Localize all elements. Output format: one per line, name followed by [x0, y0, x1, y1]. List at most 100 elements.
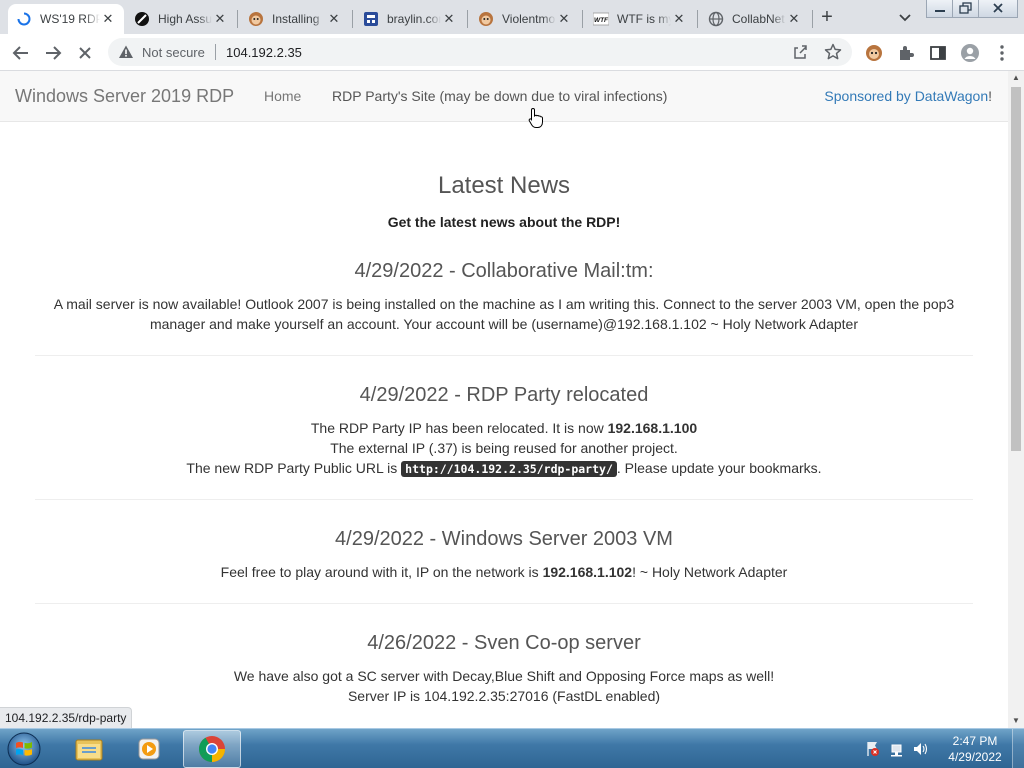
extensions-puzzle-icon[interactable] [893, 40, 919, 66]
tab-title: braylin.com [387, 12, 441, 26]
monkey-icon [248, 11, 264, 27]
divider [35, 355, 973, 356]
new-tab-button[interactable]: + [816, 7, 838, 29]
tab-violentmonkey[interactable]: Violentmonkey ✕ [470, 4, 580, 34]
address-bar[interactable]: Not secure 104.192.2.35 [108, 38, 852, 66]
page-viewport: Windows Server 2019 RDP Home RDP Party's… [0, 71, 1008, 728]
post-line: The RDP Party IP has been relocated. It … [35, 418, 973, 438]
post-title: 4/29/2022 - Collaborative Mail:tm: [354, 260, 654, 282]
tab-title: WTF is my IP [617, 12, 671, 26]
tab-title: WS'19 RDP [40, 12, 100, 26]
post-text: ! ~ Holy Network Adapter [632, 564, 788, 580]
close-tab-icon[interactable]: ✕ [671, 11, 687, 27]
page-title: Latest News [437, 172, 571, 199]
post-line: The new RDP Party Public URL is http://1… [35, 458, 973, 479]
tab-title: Installing [272, 12, 320, 26]
share-icon[interactable] [792, 44, 808, 60]
site-navbar: Windows Server 2019 RDP Home RDP Party's… [0, 71, 1008, 122]
tab-high-assurance[interactable]: High Assurance ✕ [126, 4, 236, 34]
post-line: The external IP (.37) is being reused fo… [330, 440, 678, 456]
security-status-label[interactable]: Not secure [142, 45, 205, 60]
post-text: The new RDP Party Public URL is [186, 460, 402, 476]
back-arrow-icon[interactable] [8, 40, 34, 66]
clock-date: 4/29/2022 [948, 750, 1002, 764]
chrome-icon[interactable] [183, 730, 241, 768]
monkey-icon [478, 11, 494, 27]
clock-time: 2:47 PM [952, 734, 998, 748]
globe-icon [708, 11, 724, 27]
post-line: We have also got a SC server with Decay,… [233, 668, 775, 684]
more-menu-icon[interactable] [989, 40, 1015, 66]
media-player-icon[interactable] [120, 730, 178, 768]
circle-slash-icon [134, 11, 150, 27]
action-center-flag-icon [867, 742, 879, 756]
divider [35, 603, 973, 604]
post-ip: 192.168.1.100 [607, 420, 698, 436]
tab-ws19-rdp[interactable]: WS'19 RDP ✕ [8, 4, 124, 34]
svg-text:WTF: WTF [594, 17, 609, 24]
loading-spinner-icon [16, 11, 32, 27]
forward-arrow-icon[interactable] [40, 40, 66, 66]
scroll-up-arrow-icon[interactable]: ▲ [1008, 71, 1024, 85]
wtf-icon: WTF [593, 11, 609, 27]
post-title: 4/29/2022 - Windows Server 2003 VM [335, 528, 673, 550]
post-text: . Please update your bookmarks. [616, 460, 822, 476]
windows-explorer-icon[interactable] [60, 730, 118, 768]
side-panel-icon[interactable] [925, 40, 951, 66]
close-tab-icon[interactable]: ✕ [786, 11, 802, 27]
post-title: 4/26/2022 - Sven Co-op server [367, 632, 641, 654]
restore-window-icon[interactable] [952, 0, 980, 18]
url-text[interactable]: 104.192.2.35 [226, 45, 302, 60]
tab-installing[interactable]: Installing ✕ [240, 4, 350, 34]
tab-title: CollabNet [732, 12, 785, 26]
minimize-window-icon[interactable] [926, 0, 954, 18]
close-window-icon[interactable] [978, 0, 1018, 18]
post-text: Feel free to play around with it, IP on … [220, 564, 543, 580]
volume-icon [914, 743, 928, 755]
tab-braylin[interactable]: braylin.com ✕ [355, 4, 465, 34]
omnibox-divider [215, 44, 216, 60]
post-text: The RDP Party IP has been relocated. It … [310, 420, 608, 436]
site-brand-link[interactable]: Windows Server 2019 RDP [15, 86, 234, 107]
post-line: Server IP is 104.192.2.35:27016 (FastDL … [347, 688, 661, 704]
start-button[interactable] [4, 730, 44, 768]
hand-cursor-icon [528, 107, 544, 129]
system-clock[interactable]: 2:47 PM 4/29/2022 [940, 733, 1010, 765]
tab-title: Violentmonkey [502, 12, 556, 26]
news-post: 4/26/2022 - Sven Co-op server We have al… [35, 632, 973, 706]
violentmonkey-extension-icon[interactable] [861, 40, 887, 66]
close-tab-icon[interactable]: ✕ [100, 11, 116, 27]
tab-strip: WS'19 RDP ✕ High Assurance ✕ Installing … [0, 0, 1024, 34]
profile-avatar-icon[interactable] [957, 40, 983, 66]
browser-toolbar: Not secure 104.192.2.35 [0, 34, 1024, 71]
warning-triangle-icon[interactable] [118, 44, 134, 60]
page-scrollbar[interactable]: ▲ ▼ [1008, 71, 1024, 728]
post-ip: 192.168.1.102 [542, 564, 633, 580]
sponsor-text: Sponsored by DataWagon! [824, 88, 992, 104]
scroll-thumb[interactable] [1011, 87, 1021, 451]
sponsor-suffix: ! [988, 88, 992, 104]
tab-wtf-is-my-ip[interactable]: WTF WTF is my IP ✕ [585, 4, 695, 34]
nav-rdp-party-link[interactable]: RDP Party's Site (may be down due to vir… [332, 88, 667, 104]
scroll-down-arrow-icon[interactable]: ▼ [1008, 714, 1024, 728]
blue-square-icon [363, 11, 379, 27]
network-icon [891, 744, 902, 757]
bookmark-star-icon[interactable] [824, 43, 842, 61]
close-tab-icon[interactable]: ✕ [441, 11, 457, 27]
windows-taskbar: 2:47 PM 4/29/2022 [0, 728, 1024, 768]
close-tab-icon[interactable]: ✕ [326, 11, 342, 27]
divider [35, 499, 973, 500]
news-post: 4/29/2022 - Collaborative Mail:tm: A mai… [35, 260, 973, 334]
nav-home-link[interactable]: Home [264, 88, 301, 104]
sponsor-link[interactable]: Sponsored by DataWagon [824, 88, 988, 104]
post-line: Feel free to play around with it, IP on … [35, 562, 973, 582]
stop-loading-icon[interactable] [72, 40, 98, 66]
post-title: 4/29/2022 - RDP Party relocated [359, 384, 649, 406]
tab-collabnet[interactable]: CollabNet ✕ [700, 4, 810, 34]
close-tab-icon[interactable]: ✕ [556, 11, 572, 27]
close-tab-icon[interactable]: ✕ [212, 11, 228, 27]
tab-search-chevron-icon[interactable] [894, 8, 916, 28]
party-url-code: http://104.192.2.35/rdp-party/ [401, 461, 617, 477]
post-body: A mail server is now available! Outlook … [53, 296, 955, 332]
show-desktop-button[interactable] [1012, 729, 1024, 768]
